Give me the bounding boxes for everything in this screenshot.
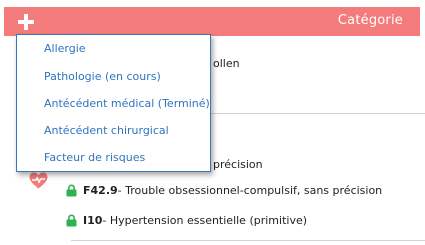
condition-row[interactable]: I10 - Hypertension essentielle (primitiv… bbox=[66, 214, 307, 227]
menu-item-facteur-de-risques[interactable]: Facteur de risques bbox=[44, 151, 145, 164]
category-header: Catégorie bbox=[4, 7, 420, 36]
condition-description: - Trouble obsessionnel-compulsif, sans p… bbox=[117, 184, 383, 197]
condition-code: I10 bbox=[83, 214, 103, 227]
condition-description: - Hypertension essentielle (primitive) bbox=[102, 214, 308, 227]
lock-icon bbox=[66, 214, 77, 227]
add-button[interactable] bbox=[15, 7, 37, 36]
lock-icon bbox=[66, 184, 77, 197]
condition-code: F42.9 bbox=[83, 184, 118, 197]
row-divider bbox=[71, 240, 425, 241]
menu-item-antecedent-medical[interactable]: Antécédent médical (Terminé) bbox=[44, 97, 210, 110]
category-dropdown-menu: Allergie Pathologie (en cours) Antécéden… bbox=[16, 34, 211, 172]
menu-item-allergie[interactable]: Allergie bbox=[44, 42, 86, 55]
category-title: Catégorie bbox=[337, 13, 403, 28]
category-panel: Catégorie ollen précision F42.9 - Troubl… bbox=[0, 0, 425, 245]
menu-item-antecedent-chirurgical[interactable]: Antécédent chirurgical bbox=[44, 124, 169, 137]
menu-item-pathologie[interactable]: Pathologie (en cours) bbox=[44, 70, 161, 83]
condition-row[interactable]: F42.9 - Trouble obsessionnel-compulsif, … bbox=[66, 184, 382, 197]
heart-pulse-icon bbox=[29, 172, 48, 189]
hidden-row-text: ollen bbox=[213, 57, 240, 70]
plus-icon bbox=[18, 13, 34, 30]
hidden-row-text: précision bbox=[213, 158, 263, 171]
